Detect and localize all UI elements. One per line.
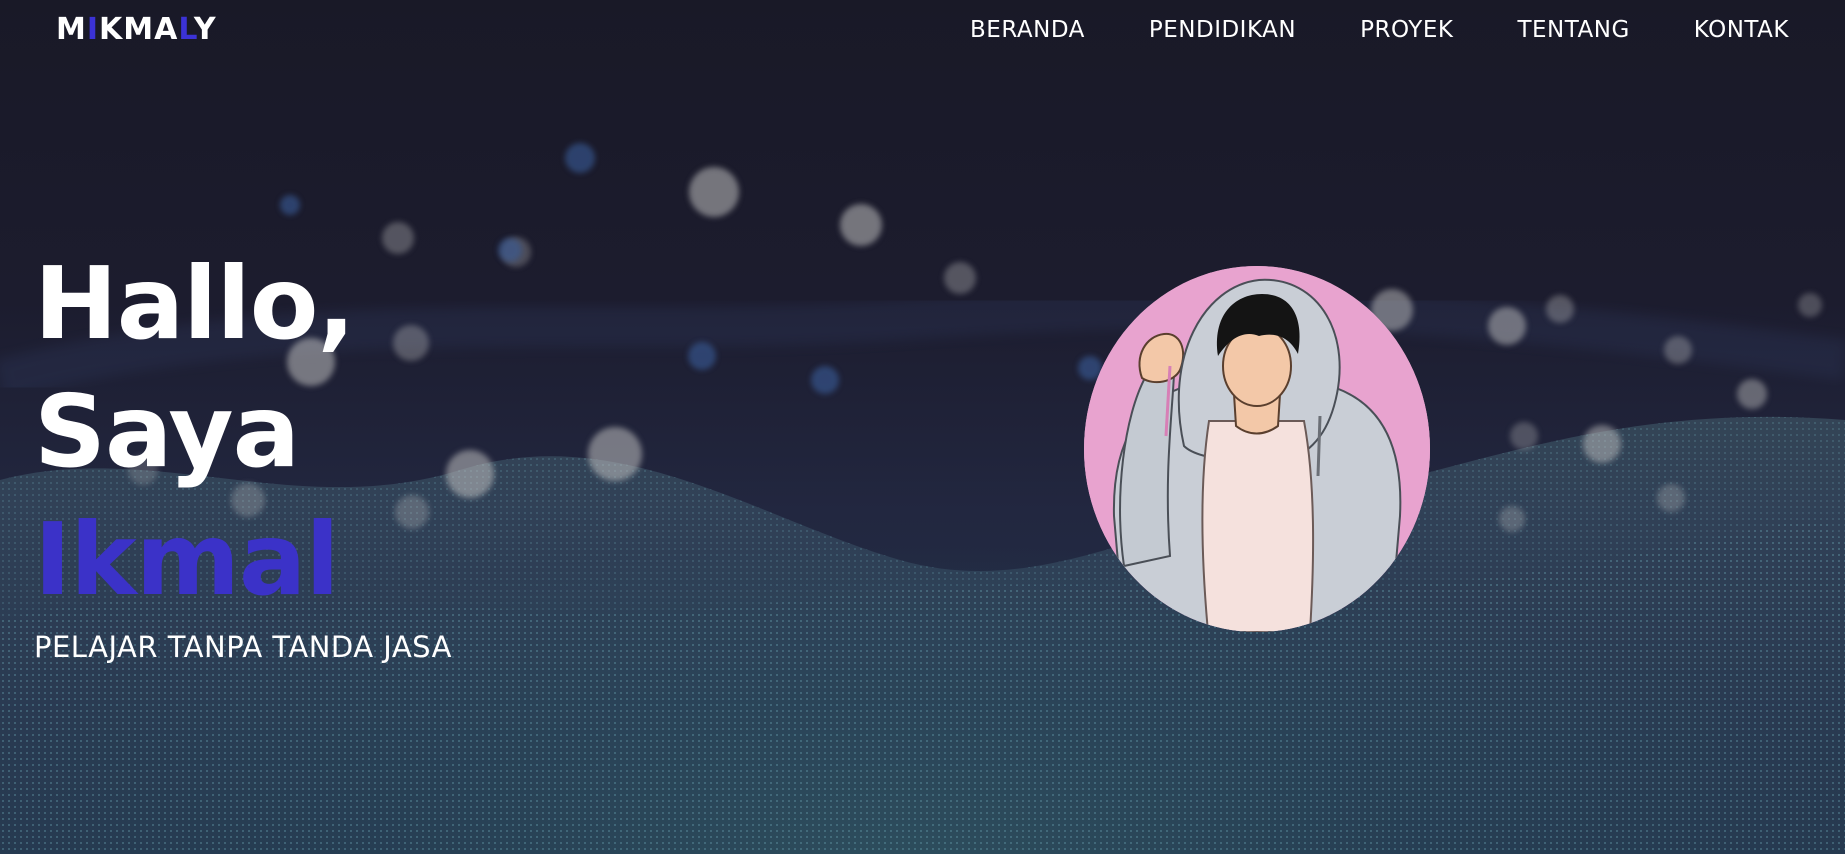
navbar: MIKMALY BERANDA PENDIDIKAN PROYEK TENTAN… bbox=[0, 0, 1845, 62]
profile-avatar bbox=[1084, 266, 1430, 632]
logo-part-3: KMA bbox=[99, 12, 179, 47]
nav-links: BERANDA PENDIDIKAN PROYEK TENTANG KONTAK bbox=[970, 17, 1789, 43]
nav-link-tentang[interactable]: TENTANG bbox=[1517, 17, 1629, 43]
nav-link-kontak[interactable]: KONTAK bbox=[1694, 17, 1789, 43]
nav-link-beranda[interactable]: BERANDA bbox=[970, 17, 1085, 43]
hero-subtitle: PELAJAR TANPA TANDA JASA bbox=[34, 630, 452, 664]
greeting-line-2: Saya bbox=[34, 373, 300, 490]
logo-part-1: M bbox=[56, 12, 87, 47]
logo-part-2: I bbox=[86, 12, 100, 47]
hero-name: Ikmal bbox=[34, 501, 340, 618]
profile-illustration-icon bbox=[1084, 266, 1430, 632]
nav-link-proyek[interactable]: PROYEK bbox=[1360, 17, 1453, 43]
hero-text: Hallo, Saya Ikmal PELAJAR TANPA TANDA JA… bbox=[34, 240, 452, 664]
nav-link-pendidikan[interactable]: PENDIDIKAN bbox=[1149, 17, 1296, 43]
logo[interactable]: MIKMALY bbox=[56, 12, 217, 47]
greeting-line-1: Hallo, bbox=[34, 245, 355, 362]
logo-part-4: L bbox=[178, 12, 194, 47]
logo-part-5: Y bbox=[193, 12, 217, 47]
